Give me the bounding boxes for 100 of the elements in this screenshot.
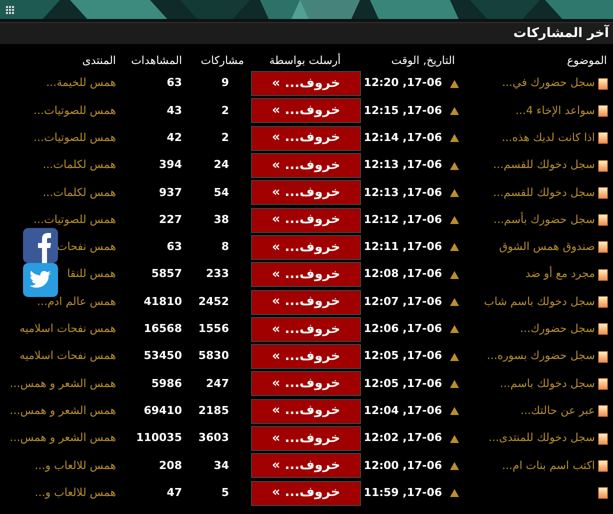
sender-badge[interactable]: خروف... » [251, 71, 361, 96]
triangle-icon[interactable] [450, 407, 459, 416]
post-date: 12:02 ,17-06 [364, 430, 442, 446]
topic-link[interactable]: سجل حضورك بأسم... [494, 212, 595, 228]
triangle-icon[interactable] [450, 489, 459, 498]
sender-badge[interactable]: خروف... » [251, 126, 361, 151]
sender-name[interactable]: خروف... » [272, 264, 340, 284]
sender-badge[interactable]: خروف... » [251, 180, 361, 206]
forum-link[interactable]: همس الشعر و همس... [0, 430, 120, 447]
sender-badge[interactable]: خروف... » [251, 290, 361, 315]
forum-link[interactable]: همس للصوتيات... [0, 212, 120, 228]
column-header: المشاهدات [130, 52, 183, 68]
post-date: 12:04 ,17-06 [364, 402, 442, 419]
triangle-icon[interactable] [450, 162, 459, 170]
sender-badge[interactable]: خروف... » [251, 98, 361, 124]
sender-badge[interactable]: خروف... » [251, 153, 361, 178]
post-date: 12:14 ,17-06 [364, 130, 442, 146]
forum-link[interactable]: همس لكلمات... [0, 157, 120, 174]
document-icon [598, 160, 608, 172]
sender-badge[interactable]: خروف... » [251, 262, 361, 288]
sender-badge[interactable]: خروف... » [251, 371, 361, 396]
triangle-icon[interactable] [450, 462, 459, 470]
topic-link[interactable]: سجل حضورك بسوره... [486, 348, 595, 365]
topic-link[interactable]: سجل حضورك... [520, 321, 595, 338]
topic-link[interactable]: سجل دخولك باسم شاب [484, 294, 595, 310]
topic-link[interactable]: اذا كانت لديك هذه... [502, 130, 595, 146]
forum-link[interactable]: همس لكلمات... [0, 184, 120, 202]
topic-link[interactable]: اكتب اسم بنات ام... [502, 458, 595, 474]
triangle-icon[interactable] [450, 434, 459, 442]
triangle-icon[interactable] [450, 243, 459, 252]
forum-link[interactable]: همس الشعر و همس... [0, 402, 120, 420]
topic-link[interactable]: سواعد الإخاء 4... [516, 102, 595, 120]
sender-name[interactable]: خروف... » [272, 292, 340, 312]
views-count: 394 [158, 157, 183, 174]
topic-link[interactable]: سجل دخولك للقسم... [493, 157, 595, 174]
triangle-icon[interactable] [450, 134, 459, 142]
triangle-icon[interactable] [450, 80, 459, 88]
topic-link[interactable]: صندوق همس الشوق [499, 239, 595, 256]
topic-link[interactable]: عبر عن حالتك... [520, 402, 595, 420]
forum-link[interactable]: همس للخيمة... [0, 75, 120, 92]
facebook-icon[interactable] [23, 228, 58, 263]
posts-count: 5830 [197, 348, 230, 364]
sender-badge[interactable]: خروف... » [251, 234, 361, 260]
sender-name[interactable]: خروف... » [272, 401, 340, 421]
forum-link[interactable]: همس الشعر و همس... [0, 376, 120, 392]
views-count: 110035 [135, 430, 183, 446]
forum-link[interactable]: همس نفحات اسلاميه [0, 348, 120, 365]
grid-icon[interactable] [6, 6, 15, 15]
post-date: 12:15 ,17-06 [364, 102, 442, 119]
sender-name[interactable]: خروف... » [272, 346, 340, 366]
forum-link[interactable]: همس للنقا [0, 266, 120, 283]
sender-name[interactable]: خروف... » [272, 101, 340, 121]
twitter-icon[interactable] [23, 263, 58, 297]
forum-link[interactable]: همس نفحات اسلاميه [0, 321, 120, 338]
triangle-icon[interactable] [450, 380, 459, 388]
sender-badge[interactable]: خروف... » [251, 208, 361, 233]
views-count: 63 [166, 239, 183, 256]
post-date: 12:05 ,17-06 [364, 348, 442, 364]
forum-link[interactable]: همس للصوتيات... [0, 102, 120, 120]
sender-name[interactable]: خروف... » [272, 74, 340, 94]
topic-link[interactable]: سجل دخولك للقسم... [493, 184, 595, 202]
sender-name[interactable]: خروف... » [272, 183, 340, 203]
post-date: 12:13 ,17-06 [364, 157, 442, 174]
sender-badge[interactable]: خروف... » [251, 480, 361, 506]
sender-name[interactable]: خروف... » [272, 238, 340, 258]
topic-link[interactable]: سجل دخولك للمنتدى... [488, 430, 595, 447]
topic-link[interactable]: سجل دخولك باسم... [500, 376, 595, 392]
sender-name[interactable]: خروف... » [272, 428, 340, 448]
triangle-icon[interactable] [450, 188, 459, 197]
sender-badge[interactable]: خروف... » [251, 426, 361, 451]
sender-badge[interactable]: خروف... » [251, 398, 361, 424]
topic-link[interactable]: مجرد مع أو ضد [525, 266, 595, 283]
forum-link[interactable]: همس للالعاب و... [0, 484, 120, 502]
triangle-icon[interactable] [450, 298, 459, 306]
views-count: 47 [166, 484, 183, 501]
document-icon [598, 350, 608, 363]
sender-badge[interactable]: خروف... » [251, 316, 361, 342]
sender-name[interactable]: خروف... » [272, 456, 340, 476]
sender-name[interactable]: خروف... » [272, 374, 340, 394]
triangle-icon[interactable] [450, 325, 459, 334]
forum-link[interactable]: همس عالم ادم... [0, 294, 120, 310]
forum-link[interactable]: همس نفحات [0, 239, 120, 256]
sender-name[interactable]: خروف... » [272, 128, 340, 148]
triangle-icon[interactable] [450, 216, 459, 224]
sender-badge[interactable]: خروف... » [251, 453, 361, 478]
sender-name[interactable]: خروف... » [272, 320, 340, 340]
triangle-icon[interactable] [450, 106, 459, 115]
forum-link[interactable]: همس للصوتيات... [0, 130, 120, 146]
triangle-icon[interactable] [450, 352, 459, 361]
sender-name[interactable]: خروف... » [272, 483, 340, 503]
views-count: 5857 [150, 266, 183, 282]
sender-name[interactable]: خروف... » [272, 156, 340, 176]
topic-link[interactable]: سجل حضورك في... [502, 75, 595, 92]
sender-badge[interactable]: خروف... » [251, 344, 361, 370]
column-header: أرسلت بواسطة [268, 52, 342, 69]
column-header: مشاركات [200, 52, 245, 69]
forum-link[interactable]: همس للالعاب و... [0, 458, 120, 474]
sender-name[interactable]: خروف... » [272, 210, 340, 230]
triangle-icon[interactable] [450, 270, 459, 279]
views-count: 937 [158, 184, 183, 201]
